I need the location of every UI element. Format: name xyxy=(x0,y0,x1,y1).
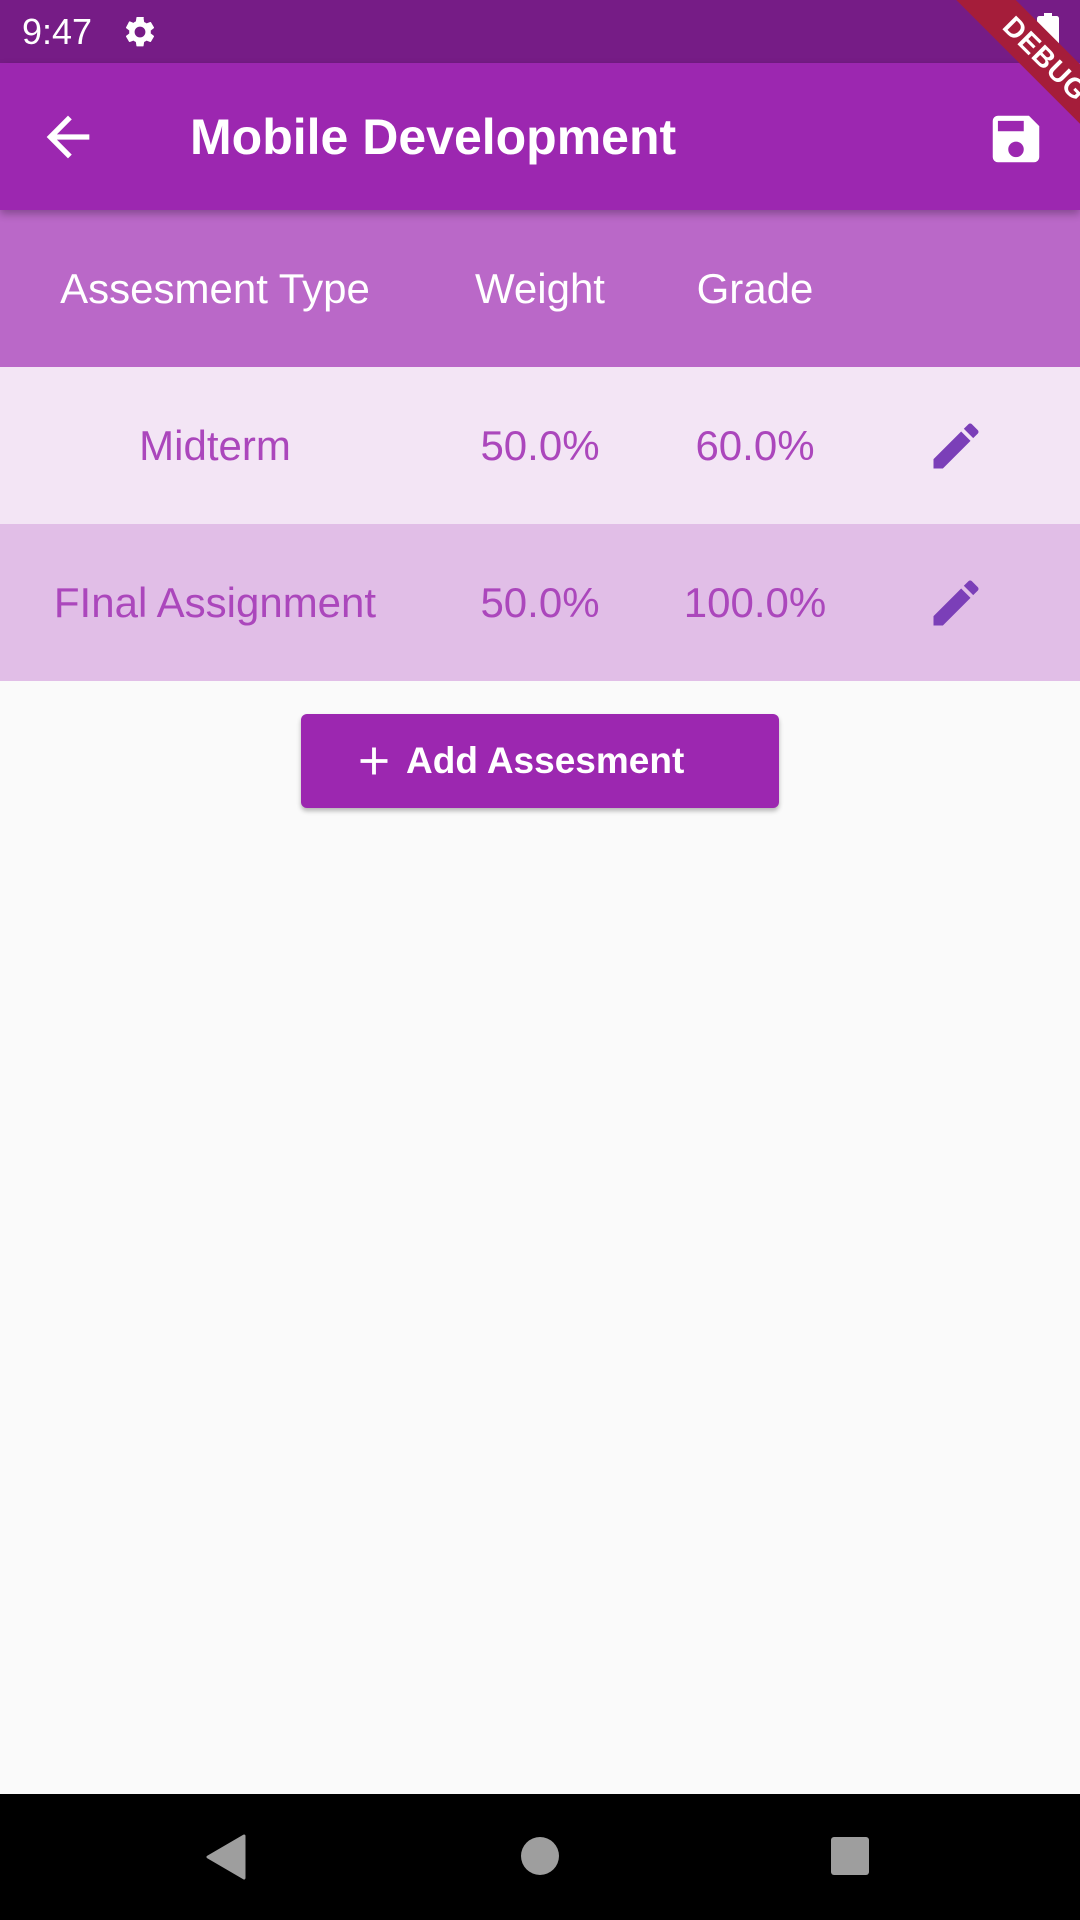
status-bar: 9:47 xyxy=(0,0,1080,63)
nav-recents-icon[interactable] xyxy=(831,1837,869,1875)
page-title: Mobile Development xyxy=(190,109,677,165)
assessment-type: Midterm xyxy=(139,421,291,469)
save-icon[interactable] xyxy=(985,108,1047,170)
status-time: 9:47 xyxy=(22,11,93,52)
assessment-grade: 100.0% xyxy=(683,578,827,626)
header-assessment-type: Assesment Type xyxy=(60,264,370,312)
assessment-type: FInal Assignment xyxy=(53,578,377,626)
add-assessment-label: Add Assesment xyxy=(406,740,685,781)
app-bar: Mobile Development xyxy=(0,63,1080,210)
header-grade: Grade xyxy=(696,264,814,312)
gear-icon xyxy=(125,16,155,47)
edit-icon[interactable] xyxy=(926,573,986,633)
row-type-cell: Midterm xyxy=(0,367,430,524)
nav-back-icon[interactable] xyxy=(204,1834,246,1880)
assessment-weight: 50.0% xyxy=(480,578,600,626)
table-row: Midterm 50.0% 60.0% xyxy=(0,367,1080,524)
add-assessment-button[interactable]: Add Assesment xyxy=(301,714,779,808)
assessment-weight: 50.0% xyxy=(480,421,600,469)
arrow-back-icon[interactable] xyxy=(36,105,100,169)
header-cell-weight: Weight xyxy=(430,210,650,367)
row-weight-cell: 50.0% xyxy=(430,524,650,681)
plus-icon xyxy=(360,747,388,775)
assessment-grade: 60.0% xyxy=(695,421,815,469)
header-cell-grade: Grade xyxy=(650,210,860,367)
nav-home-icon[interactable] xyxy=(521,1837,559,1875)
row-action-cell xyxy=(860,367,1080,524)
header-cell-type: Assesment Type xyxy=(0,210,430,367)
table-row: FInal Assignment 50.0% 100.0% xyxy=(0,524,1080,681)
table-header-row: Assesment Type Weight Grade xyxy=(0,210,1080,367)
edit-icon[interactable] xyxy=(926,416,986,476)
header-weight: Weight xyxy=(475,264,605,312)
row-grade-cell: 60.0% xyxy=(650,367,860,524)
row-grade-cell: 100.0% xyxy=(650,524,860,681)
row-weight-cell: 50.0% xyxy=(430,367,650,524)
row-type-cell: FInal Assignment xyxy=(0,524,430,681)
system-nav-bar xyxy=(0,1794,1080,1920)
battery-icon xyxy=(1037,13,1059,49)
row-action-cell xyxy=(860,524,1080,681)
